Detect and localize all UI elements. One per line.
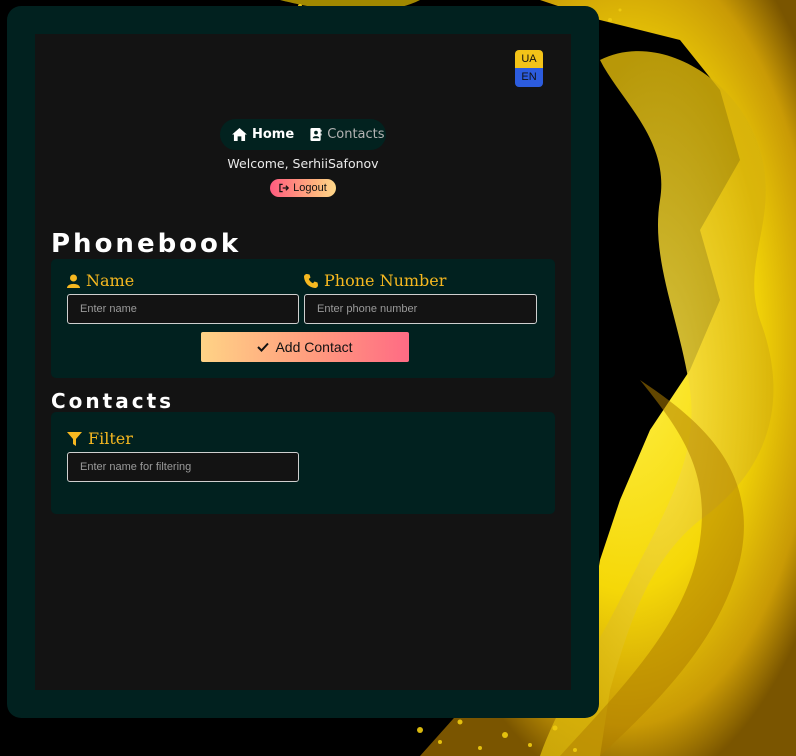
add-contact-button[interactable]: Add Contact <box>201 332 409 362</box>
filter-label: Filter <box>67 429 133 448</box>
lang-ua-button[interactable]: UA <box>515 50 543 68</box>
name-input[interactable] <box>67 294 299 324</box>
logout-label: Logout <box>293 182 327 194</box>
logout-icon <box>279 183 290 193</box>
filter-input[interactable] <box>67 452 299 482</box>
add-contact-form: Name Phone Number Add Contact <box>51 259 555 378</box>
main-nav: Home Contacts <box>220 119 386 150</box>
name-label: Name <box>67 271 134 290</box>
filter-icon <box>67 431 82 446</box>
nav-contacts-label: Contacts <box>327 127 385 142</box>
phone-label: Phone Number <box>304 271 446 290</box>
name-label-text: Name <box>86 271 135 290</box>
nav-home-link[interactable]: Home <box>232 127 294 142</box>
add-contact-label: Add Contact <box>275 339 353 355</box>
phonebook-title: Phonebook <box>51 229 242 259</box>
phone-icon <box>304 273 318 288</box>
logout-button[interactable]: Logout <box>270 179 336 197</box>
home-icon <box>232 128 247 141</box>
nav-home-label: Home <box>252 127 295 142</box>
contacts-title: Contacts <box>51 389 175 413</box>
filter-card: Filter <box>51 412 555 514</box>
filter-label-text: Filter <box>88 429 133 448</box>
user-icon <box>67 274 80 288</box>
welcome-text: Welcome, SerhiiSafonov <box>227 156 379 171</box>
phone-input[interactable] <box>304 294 537 324</box>
phone-label-text: Phone Number <box>324 271 447 290</box>
check-icon <box>257 342 270 352</box>
language-switch: UA EN <box>515 50 543 87</box>
nav-contacts-link[interactable]: Contacts <box>310 127 385 142</box>
lang-en-button[interactable]: EN <box>515 68 543 87</box>
address-book-icon <box>310 128 322 141</box>
